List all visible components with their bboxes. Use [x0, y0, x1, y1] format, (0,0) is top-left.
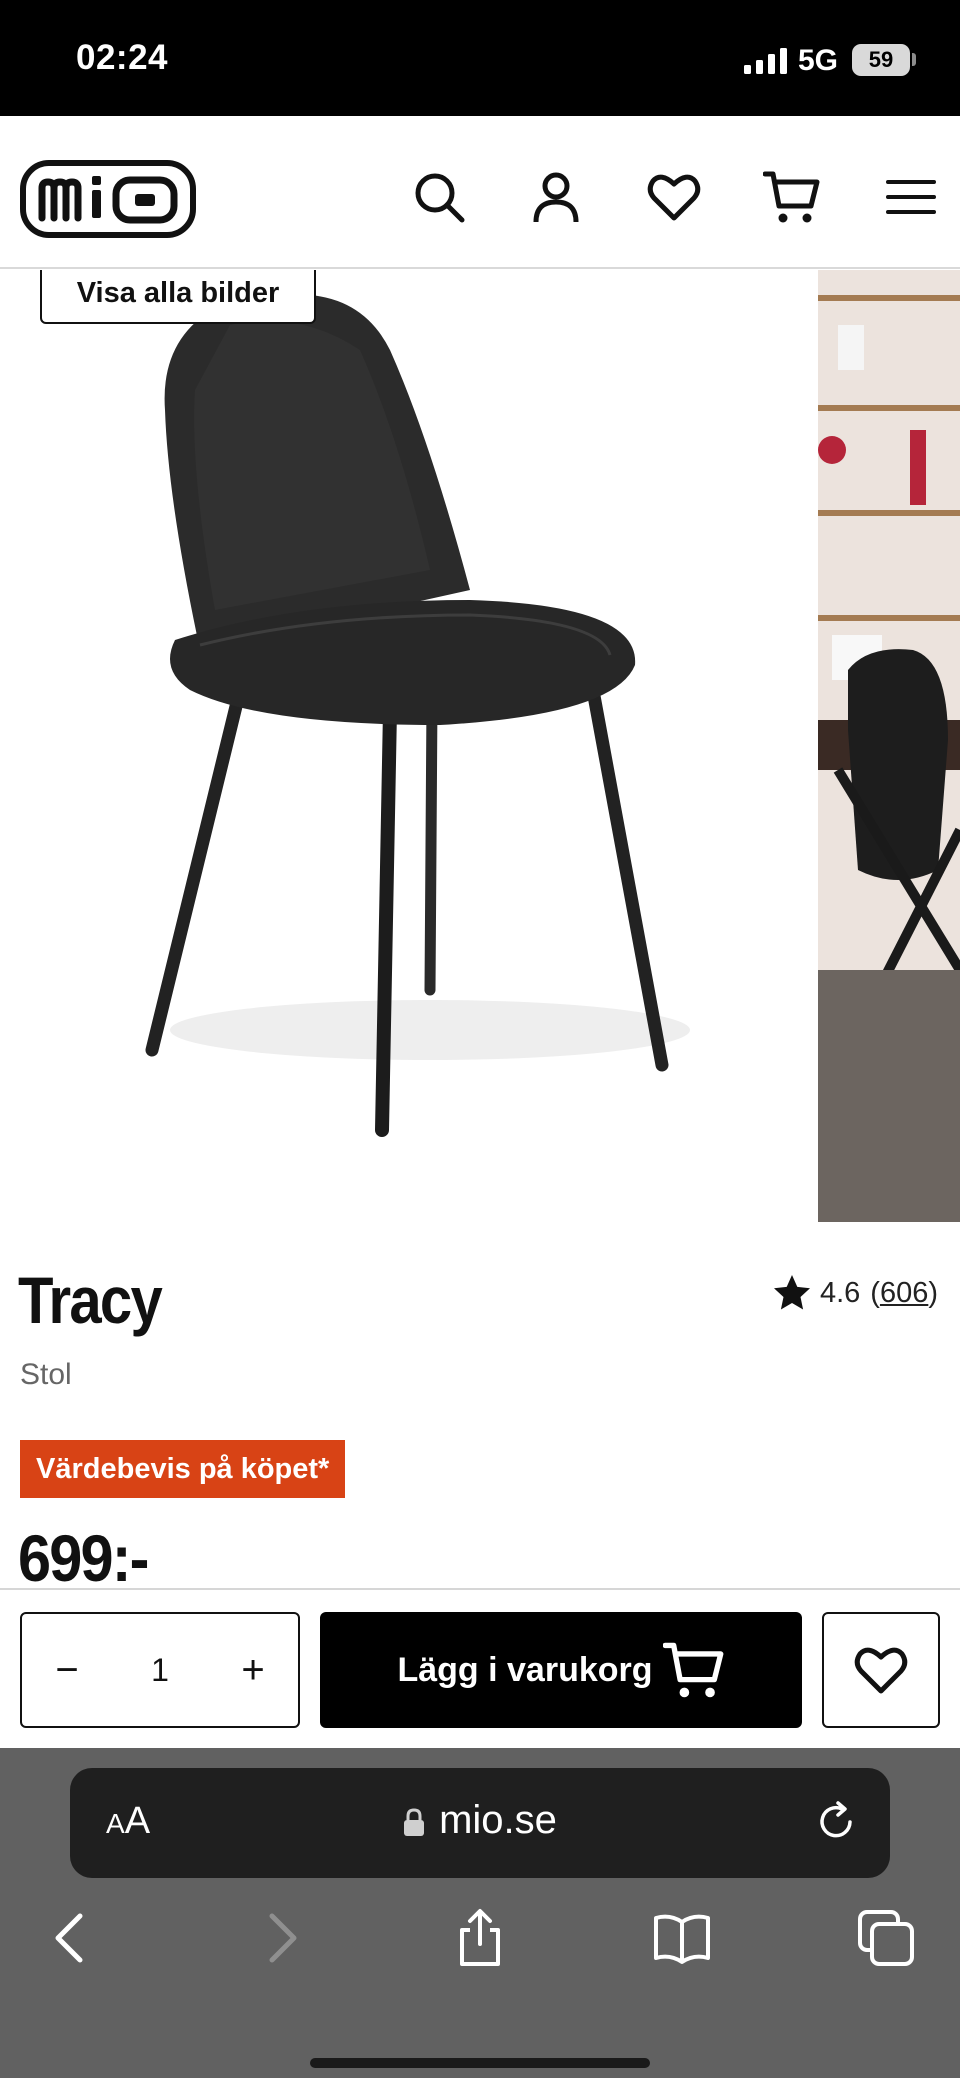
product-image-room[interactable]: [818, 270, 960, 1222]
sticky-buy-bar: − 1 + Lägg i varukorg: [0, 1588, 960, 1748]
network-type: 5G: [798, 44, 839, 77]
share-icon[interactable]: [450, 1908, 510, 1968]
menu-icon[interactable]: [882, 168, 940, 226]
quantity-stepper: − 1 +: [20, 1612, 300, 1728]
status-time: 02:24: [76, 38, 169, 77]
status-bar: 02:24 5G 59: [0, 0, 960, 116]
add-to-cart-label: Lägg i varukorg: [397, 1650, 653, 1689]
mio-logo[interactable]: [20, 160, 196, 238]
product-rating[interactable]: 4.6 (606): [772, 1270, 938, 1316]
rating-value: 4.6: [819, 1276, 861, 1309]
home-indicator: [310, 2058, 650, 2068]
reload-icon[interactable]: [814, 1800, 858, 1844]
browser-chrome: AA mio.se: [0, 1748, 960, 2078]
forward-icon[interactable]: [250, 1908, 310, 1968]
add-to-favorites-button[interactable]: [822, 1612, 940, 1728]
battery-icon: 59: [852, 44, 910, 76]
show-all-images-button[interactable]: Visa alla bilder: [40, 270, 316, 324]
account-icon[interactable]: [527, 168, 585, 226]
back-icon[interactable]: [42, 1908, 102, 1968]
heart-icon[interactable]: [645, 168, 703, 226]
heart-icon: [854, 1647, 908, 1694]
site-header: [0, 116, 960, 269]
signal-icon: [744, 48, 787, 74]
address-bar[interactable]: AA mio.se: [70, 1768, 890, 1878]
product-title: Tracy: [18, 1263, 163, 1337]
search-icon[interactable]: [410, 168, 468, 226]
quantity-value[interactable]: 1: [112, 1614, 208, 1726]
product-price: 699:-: [18, 1521, 149, 1595]
rating-close-paren: ): [928, 1276, 938, 1309]
rating-open-paren: (: [870, 1276, 880, 1309]
cart-icon[interactable]: [763, 168, 821, 226]
battery-cap: [912, 53, 916, 66]
lock-icon: [404, 1808, 425, 1836]
product-gallery[interactable]: Visa alla bilder: [0, 270, 960, 1222]
bookmarks-icon[interactable]: [652, 1908, 712, 1968]
quantity-increase-button[interactable]: +: [208, 1614, 298, 1726]
product-category: Stol: [20, 1358, 72, 1391]
product-image-chair[interactable]: [0, 270, 818, 1222]
add-to-cart-button[interactable]: Lägg i varukorg: [320, 1612, 802, 1728]
quantity-decrease-button[interactable]: −: [22, 1614, 112, 1726]
url-display[interactable]: mio.se: [70, 1798, 890, 1843]
url-text: mio.se: [439, 1798, 557, 1842]
review-count-link[interactable]: 606: [880, 1277, 928, 1310]
tabs-icon[interactable]: [856, 1908, 916, 1968]
cart-icon: [662, 1642, 723, 1698]
star-icon: [773, 1275, 810, 1310]
promo-badge: Värdebevis på köpet*: [20, 1440, 346, 1498]
